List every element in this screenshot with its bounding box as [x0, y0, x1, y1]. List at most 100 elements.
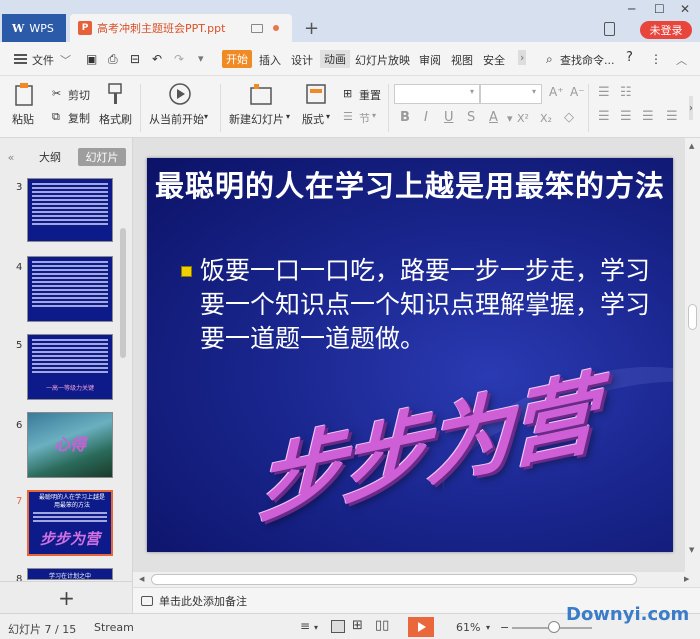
search-icon[interactable]: ⌕ [546, 52, 553, 67]
scroll-down-icon[interactable]: ▼ [689, 546, 694, 554]
reset-icon[interactable]: ⊞ [343, 87, 352, 100]
subscript-icon[interactable]: X₂ [540, 112, 552, 125]
undo-icon[interactable]: ↶ [152, 52, 162, 66]
tab-start[interactable]: 开始 [222, 50, 252, 68]
login-button[interactable]: 未登录 [640, 21, 692, 39]
numbered-list-icon[interactable]: ☷ [620, 85, 632, 100]
font-name-combo[interactable] [394, 84, 480, 104]
format-painter-icon[interactable] [104, 82, 126, 106]
notes-toggle-icon[interactable]: ≡ [300, 619, 310, 633]
justify-icon[interactable]: ☰ [666, 109, 678, 124]
tab-view[interactable]: 视图 [451, 52, 473, 68]
collapse-panel-icon[interactable]: « [4, 148, 18, 166]
layout-icon[interactable] [305, 82, 327, 106]
shadow-icon[interactable]: S [467, 110, 475, 125]
font-color-icon[interactable]: A [489, 110, 498, 125]
minimize-icon[interactable]: ─ [628, 2, 635, 16]
new-tab-button[interactable]: + [304, 18, 319, 39]
scroll-up-icon[interactable]: ▲ [689, 142, 694, 150]
section-icon[interactable]: ☰ [343, 110, 353, 123]
monitor-icon[interactable] [251, 23, 263, 33]
ribbon-more-icon[interactable]: › [689, 96, 693, 120]
theme-name[interactable]: Stream [94, 621, 134, 634]
layout-button[interactable]: 版式 [302, 111, 324, 127]
horizontal-scrollbar[interactable]: ◀ ▶ [133, 572, 700, 587]
current-slide[interactable]: 最聪明的人在学习上越是用最笨的方法 饭要一口一口吃，路要一步一步走，学习要一个知… [147, 158, 673, 552]
tab-slides[interactable]: 幻灯片 [78, 148, 126, 166]
section-button[interactable]: 节 [359, 110, 370, 126]
add-slide-button[interactable]: + [0, 581, 133, 613]
align-right-icon[interactable]: ☰ [642, 109, 654, 124]
format-painter-button[interactable]: 格式刷 [99, 111, 132, 127]
tab-outline[interactable]: 大纲 [32, 148, 68, 166]
reset-button[interactable]: 重置 [359, 87, 381, 103]
font-color-chevron-icon[interactable]: ▾ [507, 112, 513, 125]
zoom-chevron-icon[interactable]: ▾ [486, 623, 490, 632]
superscript-icon[interactable]: X² [517, 112, 529, 125]
wps-home-tab[interactable]: W WPS [2, 14, 66, 42]
normal-view-icon[interactable] [331, 620, 345, 633]
from-current-chevron-icon[interactable]: ▾ [204, 112, 208, 121]
save-icon[interactable]: ▣ [86, 52, 97, 66]
section-chevron-icon[interactable]: ▾ [372, 111, 376, 120]
slide-title[interactable]: 最聪明的人在学习上越是用最笨的方法 [147, 166, 673, 207]
paste-button[interactable]: 粘贴 [12, 111, 34, 127]
layout-chevron-icon[interactable]: ▾ [326, 112, 330, 121]
tab-security[interactable]: 安全 [483, 52, 505, 68]
reading-view-icon[interactable]: ▯▯ [375, 618, 389, 633]
file-menu[interactable]: 文件 [32, 52, 54, 68]
cut-button[interactable]: 剪切 [68, 87, 90, 103]
more-tabs-icon[interactable]: › [518, 50, 527, 65]
close-icon[interactable]: ✕ [680, 2, 690, 16]
slide-sorter-icon[interactable]: ⊞ [352, 618, 363, 633]
horizontal-scroll-thumb[interactable] [151, 574, 637, 585]
more-options-icon[interactable]: ⋮ [650, 52, 662, 66]
preview-icon[interactable]: ⊟ [130, 52, 140, 66]
menu-icon[interactable] [14, 54, 27, 64]
slide-thumbnail-4[interactable] [27, 256, 113, 322]
underline-icon[interactable]: U [444, 110, 454, 125]
print-icon[interactable]: ⎙ [108, 52, 118, 67]
font-size-chevron-icon[interactable]: ▾ [532, 87, 536, 96]
slide-thumbnail-6[interactable]: 心得 [27, 412, 113, 478]
tab-review[interactable]: 审阅 [419, 52, 441, 68]
file-menu-chevron-icon[interactable]: ﹀ [60, 52, 71, 68]
slide-thumbnail-5[interactable]: 一高一等级力关键 [27, 334, 113, 400]
bold-icon[interactable]: B [400, 110, 410, 125]
align-center-icon[interactable]: ☰ [620, 109, 632, 124]
quick-access-chevron-icon[interactable]: ▾ [198, 52, 204, 65]
maximize-icon[interactable]: ☐ [654, 2, 665, 16]
copy-button[interactable]: 复制 [68, 110, 90, 126]
slide-thumbnail-8[interactable]: 学习在计划之中 [27, 568, 113, 580]
slide-thumbnail-7[interactable]: 最聪明的人在学习上越是用最笨的方法 步步为营 [27, 490, 113, 556]
new-slide-icon[interactable] [249, 82, 273, 106]
paste-icon[interactable] [13, 82, 35, 106]
zoom-out-icon[interactable]: − [500, 621, 509, 634]
tab-insert[interactable]: 插入 [259, 52, 281, 68]
tab-animation[interactable]: 动画 [320, 50, 350, 68]
bullet-list-icon[interactable]: ☰ [598, 85, 610, 100]
tab-design[interactable]: 设计 [291, 52, 313, 68]
tab-slideshow[interactable]: 幻灯片放映 [355, 52, 410, 68]
phone-icon[interactable] [604, 22, 615, 36]
new-slide-chevron-icon[interactable]: ▾ [286, 112, 290, 121]
zoom-slider-knob[interactable] [548, 621, 560, 633]
command-search[interactable]: 查找命令... [560, 52, 615, 68]
document-tab[interactable]: P 高考冲刺主题班会PPT.ppt [70, 14, 292, 42]
play-from-current-icon[interactable] [168, 82, 192, 106]
copy-icon[interactable]: ⧉ [52, 110, 60, 124]
zoom-level[interactable]: 61% [456, 621, 480, 634]
panel-scrollbar[interactable] [120, 228, 126, 358]
scroll-right-icon[interactable]: ▶ [684, 575, 689, 583]
help-icon[interactable]: ? [626, 50, 633, 65]
slideshow-play-button[interactable] [408, 617, 434, 637]
vertical-scroll-thumb[interactable] [688, 304, 697, 330]
font-name-chevron-icon[interactable]: ▾ [470, 87, 474, 96]
align-left-icon[interactable]: ☰ [598, 109, 610, 124]
vertical-scrollbar[interactable]: ▲ ▼ [685, 138, 700, 572]
decrease-font-icon[interactable]: A⁻ [570, 85, 585, 99]
cut-icon[interactable]: ✂ [52, 87, 61, 100]
scroll-left-icon[interactable]: ◀ [139, 575, 144, 583]
slide-body-text[interactable]: 饭要一口一口吃，路要一步一步走，学习要一个知识点一个知识点理解掌握，学习要一道题… [200, 254, 660, 356]
new-slide-button[interactable]: 新建幻灯片 [229, 111, 284, 127]
